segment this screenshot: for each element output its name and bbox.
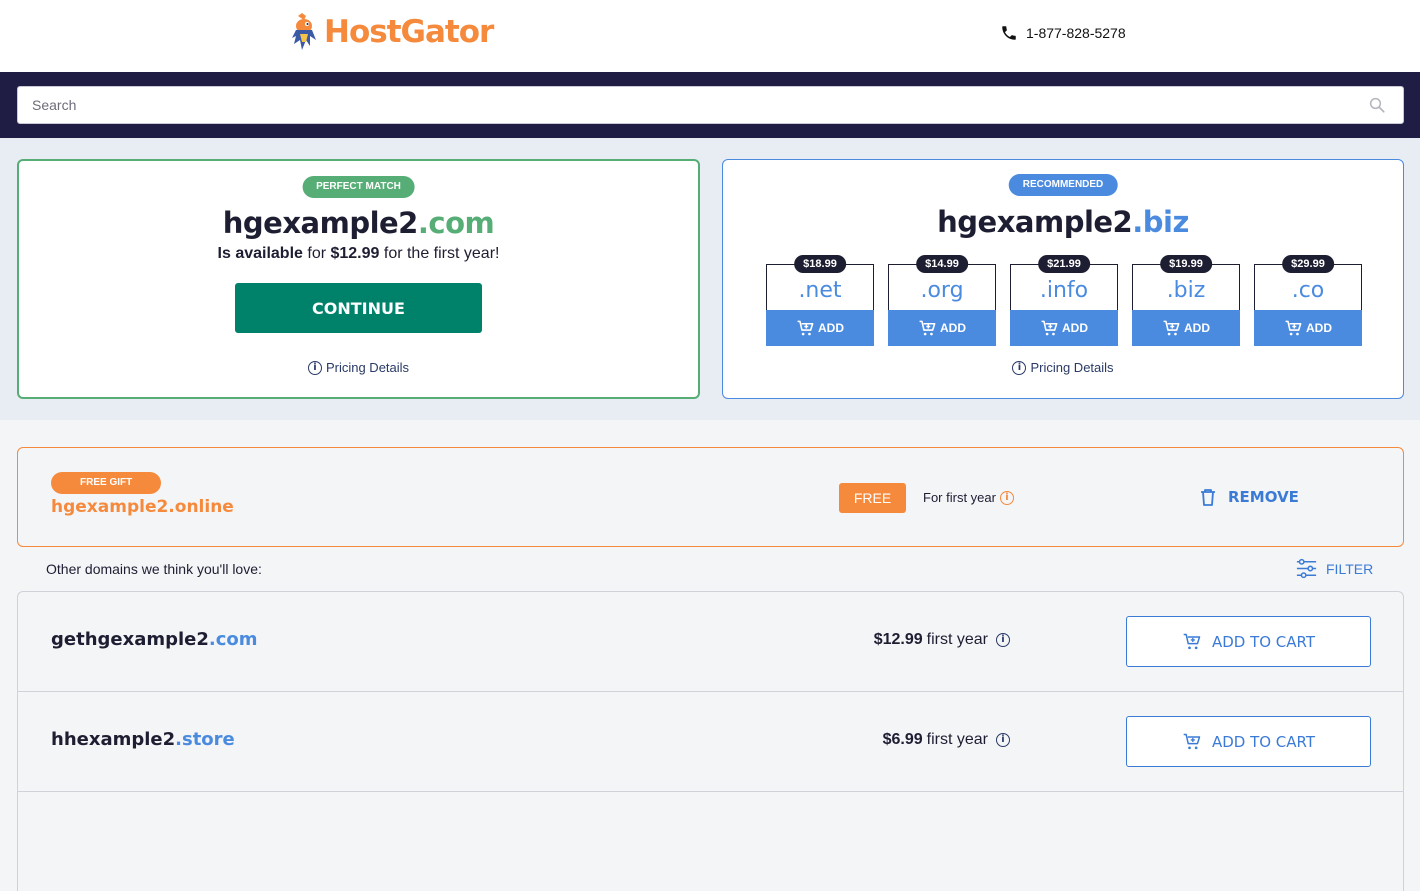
cart-plus-icon — [797, 320, 814, 335]
add-biz-button[interactable]: ADD — [1132, 310, 1240, 346]
info-icon[interactable]: i — [999, 490, 1014, 505]
info-icon: i — [307, 360, 322, 375]
pricing-details-link[interactable]: i Pricing Details — [19, 360, 698, 375]
availability-text: Is available for $12.99 for the first ye… — [19, 245, 698, 263]
suggested-price: $12.99 first year i — [874, 631, 1010, 649]
add-label: ADD — [940, 321, 966, 335]
add-to-cart-label: ADD TO CART — [1211, 732, 1316, 751]
free-price-badge: FREE — [839, 483, 906, 513]
trash-icon — [1201, 489, 1215, 506]
hostgator-logo[interactable]: HostGator — [288, 12, 494, 52]
add-to-cart-button[interactable]: ADD TO CART — [1126, 716, 1371, 767]
results-band: PERFECT MATCH hgexample2.com Is availabl… — [0, 138, 1420, 420]
add-to-cart-label: ADD TO CART — [1211, 632, 1316, 651]
domain-name: hgexample2 — [222, 206, 419, 240]
availability-bold: Is available — [217, 245, 303, 262]
cart-plus-icon — [1041, 320, 1058, 335]
free-gift-badge: FREE GIFT — [51, 472, 162, 494]
tld-price: $19.99 — [1160, 255, 1212, 273]
info-icon: i — [1012, 360, 1027, 375]
phone-number[interactable]: 1-877-828-5278 — [1000, 24, 1126, 42]
suggested-domain: gethgexample2.com — [51, 629, 258, 650]
tld-price: $21.99 — [1038, 255, 1090, 273]
add-label: ADD — [1306, 321, 1332, 335]
price-term: first year — [926, 731, 988, 748]
pricing-details-label: Pricing Details — [325, 360, 410, 375]
search-input[interactable] — [18, 87, 1403, 123]
pricing-details-link[interactable]: i Pricing Details — [723, 360, 1403, 375]
filter-sliders-icon — [1296, 558, 1317, 579]
domain-name: gethgexample2 — [51, 629, 209, 650]
tld-price: $18.99 — [794, 255, 846, 273]
suggested-price: $6.99 first year i — [883, 731, 1010, 749]
pricing-details-label: Pricing Details — [1030, 360, 1114, 375]
domain-name: hhexample2 — [51, 729, 176, 750]
add-label: ADD — [818, 321, 844, 335]
list-item — [17, 791, 1404, 891]
free-gift-panel: FREE GIFT hgexample2.online FREE For fir… — [17, 447, 1404, 547]
price-value: $12.99 — [873, 631, 923, 648]
domain-tld: .com — [417, 206, 495, 240]
domain-tld: .com — [208, 629, 258, 650]
remove-label: REMOVE — [1228, 488, 1299, 506]
other-domains-label: Other domains we think you'll love: — [46, 561, 262, 577]
suggested-domain: hhexample2.store — [51, 729, 235, 750]
cart-plus-icon — [1163, 320, 1180, 335]
continue-button[interactable]: CONTINUE — [235, 283, 482, 333]
filter-label: FILTER — [1326, 560, 1374, 577]
cart-plus-icon — [1285, 320, 1302, 335]
availability-price: $12.99 — [330, 245, 380, 262]
tld-price: $29.99 — [1282, 255, 1334, 273]
price-value: $6.99 — [882, 731, 923, 748]
info-icon[interactable]: i — [996, 633, 1010, 647]
domain-name: hgexample2 — [937, 205, 1133, 239]
list-item: gethgexample2.com $12.99 first year i ADD… — [17, 591, 1404, 691]
search-box — [17, 86, 1404, 124]
cart-plus-icon — [1183, 633, 1201, 649]
add-label: ADD — [1184, 321, 1210, 335]
recommended-badge: RECOMMENDED — [1008, 174, 1118, 196]
gator-mascot-icon — [292, 13, 316, 50]
availability-mid: for — [302, 245, 331, 262]
free-gift-domain: hgexample2.online — [51, 497, 234, 517]
recommended-card: RECOMMENDED hgexample2.biz $18.99 .net A… — [722, 159, 1404, 399]
phone-icon — [1002, 26, 1016, 40]
recommended-domain: hgexample2.biz — [723, 205, 1403, 239]
add-net-button[interactable]: ADD — [766, 310, 874, 346]
search-icon[interactable] — [1368, 96, 1386, 114]
domain-tld: .store — [175, 729, 235, 750]
add-org-button[interactable]: ADD — [888, 310, 996, 346]
add-to-cart-button[interactable]: ADD TO CART — [1126, 616, 1371, 667]
tld-option-info: $21.99 .info ADD — [1010, 255, 1118, 346]
phone-text: 1-877-828-5278 — [1026, 25, 1126, 41]
tld-option-net: $18.99 .net ADD — [766, 255, 874, 346]
add-label: ADD — [1062, 321, 1088, 335]
tld-options: $18.99 .net ADD $14.99 .org ADD $21.99 .… — [766, 255, 1362, 346]
tld-option-org: $14.99 .org ADD — [888, 255, 996, 346]
logo-text: HostGator — [324, 14, 494, 50]
add-co-button[interactable]: ADD — [1254, 310, 1362, 346]
perfect-match-domain: hgexample2.com — [19, 206, 698, 240]
cart-plus-icon — [1183, 733, 1201, 749]
site-header: HostGator 1-877-828-5278 — [0, 0, 1420, 72]
free-term: For first year i — [923, 490, 1014, 505]
info-icon[interactable]: i — [996, 733, 1010, 747]
cart-plus-icon — [919, 320, 936, 335]
availability-end: for the first year! — [379, 245, 500, 262]
search-band — [0, 72, 1420, 138]
perfect-match-badge: PERFECT MATCH — [302, 176, 415, 198]
tld-price: $14.99 — [916, 255, 968, 273]
price-term: first year — [926, 631, 988, 648]
free-term-label: For first year — [923, 490, 996, 505]
tld-option-biz: $19.99 .biz ADD — [1132, 255, 1240, 346]
domain-tld: .biz — [1132, 205, 1189, 239]
tld-option-co: $29.99 .co ADD — [1254, 255, 1362, 346]
domain-list: gethgexample2.com $12.99 first year i ADD… — [17, 591, 1404, 891]
remove-button[interactable]: REMOVE — [1200, 488, 1299, 506]
perfect-match-card: PERFECT MATCH hgexample2.com Is availabl… — [17, 159, 700, 399]
add-info-button[interactable]: ADD — [1010, 310, 1118, 346]
list-item: hhexample2.store $6.99 first year i ADD T… — [17, 691, 1404, 791]
filter-button[interactable]: FILTER — [1295, 557, 1373, 580]
